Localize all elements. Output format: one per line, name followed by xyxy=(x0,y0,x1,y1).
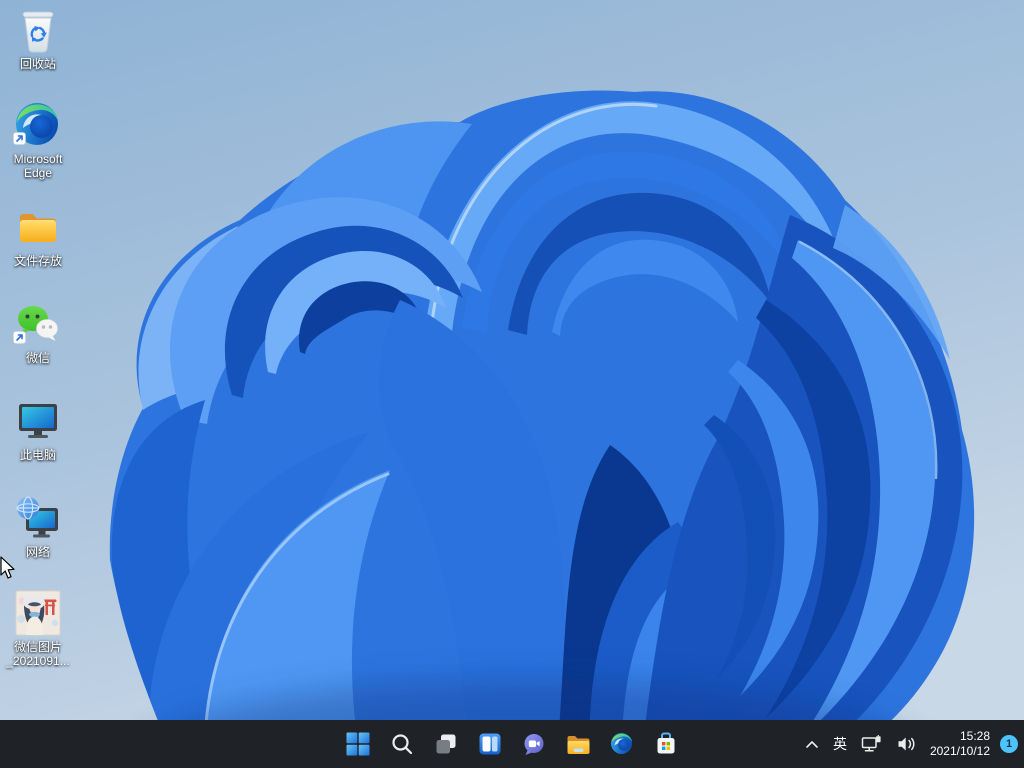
taskbar-widgets-button[interactable] xyxy=(472,726,508,762)
taskbar-center-group xyxy=(340,720,684,768)
taskbar-store-button[interactable] xyxy=(648,726,684,762)
mouse-cursor xyxy=(0,556,18,582)
network-tray-button[interactable] xyxy=(855,727,889,761)
file-explorer-icon xyxy=(566,732,591,756)
widgets-icon xyxy=(478,732,502,756)
clock-time: 15:28 xyxy=(930,729,990,744)
desktop-icon-this-pc[interactable]: 此电脑 xyxy=(2,397,74,462)
desktop-icon-wechat-image[interactable]: 微信图片 _2021091... xyxy=(2,589,74,668)
taskbar-file-explorer-button[interactable] xyxy=(560,726,596,762)
desktop-icon-network[interactable]: 网络 xyxy=(2,494,74,559)
taskbar: 英 15:28 2021/10/12 1 xyxy=(0,720,1024,768)
icon-label: 网络 xyxy=(26,545,50,559)
icon-label: 微信 xyxy=(26,351,50,365)
search-icon xyxy=(390,732,414,756)
ethernet-network-icon xyxy=(861,735,883,753)
image-thumbnail-icon xyxy=(14,589,62,637)
taskbar-clock[interactable]: 15:28 2021/10/12 xyxy=(925,729,995,759)
ime-language-indicator[interactable]: 英 xyxy=(827,727,853,761)
wechat-icon xyxy=(14,300,62,348)
folder-icon xyxy=(14,203,62,251)
icon-label: Microsoft Edge xyxy=(14,152,63,180)
notification-count-badge[interactable]: 1 xyxy=(1000,735,1018,753)
recycle-bin-icon xyxy=(14,6,62,54)
taskbar-task-view-button[interactable] xyxy=(428,726,464,762)
windows-start-icon xyxy=(346,732,370,756)
task-view-icon xyxy=(434,732,458,756)
badge-count: 1 xyxy=(1006,738,1012,750)
desktop-icon-wechat[interactable]: 微信 xyxy=(2,300,74,365)
wallpaper-bloom xyxy=(0,0,1024,768)
speaker-volume-icon xyxy=(897,736,917,752)
ime-label: 英 xyxy=(833,734,847,754)
desktop-icon-recycle-bin[interactable]: 回收站 xyxy=(2,6,74,71)
chat-icon xyxy=(522,732,546,756)
microsoft-store-icon xyxy=(654,732,678,756)
taskbar-search-button[interactable] xyxy=(384,726,420,762)
volume-tray-button[interactable] xyxy=(891,727,923,761)
show-hidden-icons-button[interactable] xyxy=(799,727,825,761)
windows-11-desktop: { "desktop": { "icons": [ {"name": "recy… xyxy=(0,0,1024,768)
icon-label: 微信图片 _2021091... xyxy=(6,640,69,668)
desktop-icon-folder-files[interactable]: 文件存放 xyxy=(2,203,74,268)
system-tray: 英 15:28 2021/10/12 1 xyxy=(799,720,1018,768)
taskbar-start-button[interactable] xyxy=(340,726,376,762)
shortcut-arrow-icon xyxy=(13,331,26,349)
desktop-icon-microsoft-edge[interactable]: Microsoft Edge xyxy=(2,101,74,180)
network-icon xyxy=(14,494,62,542)
clock-date: 2021/10/12 xyxy=(930,744,990,759)
edge-icon xyxy=(610,732,634,756)
icon-label: 回收站 xyxy=(20,57,56,71)
this-pc-icon xyxy=(14,397,62,445)
icon-label: 文件存放 xyxy=(14,254,62,268)
taskbar-edge-button[interactable] xyxy=(604,726,640,762)
edge-icon xyxy=(14,101,62,149)
shortcut-arrow-icon xyxy=(13,132,26,150)
chevron-up-icon xyxy=(805,739,819,749)
taskbar-chat-button[interactable] xyxy=(516,726,552,762)
icon-label: 此电脑 xyxy=(20,448,56,462)
